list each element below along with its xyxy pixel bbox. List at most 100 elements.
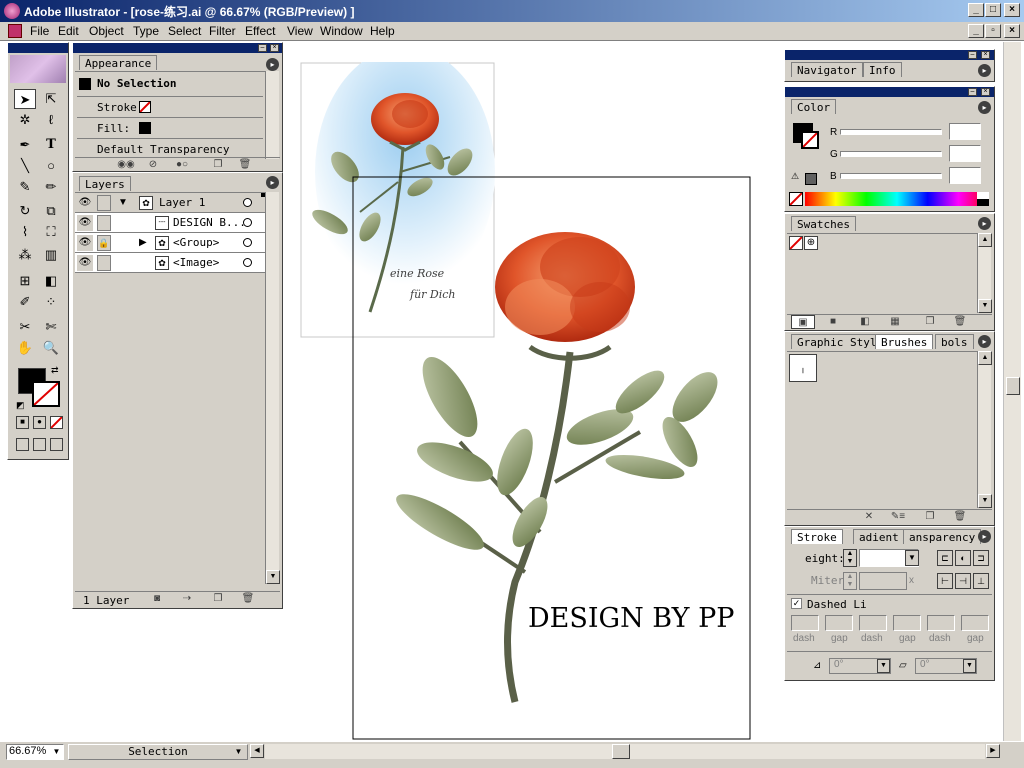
mesh-tool-icon[interactable]: ⊞ [14,271,36,291]
dash-3-input[interactable] [927,615,955,631]
projecting-cap-button[interactable]: ⊐ [973,550,989,566]
tab-transparency[interactable]: ansparency [903,529,982,544]
menu-type[interactable]: Type [133,24,159,38]
tab-gradient[interactable]: adient [853,529,905,544]
selection-tool-icon[interactable]: ➤ [14,89,36,109]
miter-join-button[interactable]: ⊢ [937,573,953,589]
free-transform-tool-icon[interactable]: ⛶ [40,222,62,242]
color-menu-button[interactable]: ▸ [978,101,991,114]
none-mode-button[interactable] [50,416,63,429]
weight-stepper[interactable]: ▲ ▼ [843,549,857,567]
new-swatch-icon[interactable]: ❐ [922,315,938,329]
start-arrowhead-dropdown-icon[interactable]: ▼ [877,659,890,673]
duplicate-item-icon[interactable]: ❐ [210,158,226,172]
visibility-eye-icon[interactable]: 👁 [77,235,93,251]
layers-menu-button[interactable]: ▸ [266,176,279,189]
color-stroke-swatch[interactable] [801,131,819,149]
scale-tool-icon[interactable]: ⧉ [40,201,62,221]
scroll-down-button[interactable]: ▼ [978,299,992,313]
gap-2-input[interactable] [893,615,921,631]
scroll-right-button[interactable]: ▶ [986,744,1000,758]
end-arrowhead-dropdown-icon[interactable]: ▼ [963,659,976,673]
type-tool-icon[interactable]: T [40,135,62,155]
remove-brush-stroke-icon[interactable]: ✕ [861,510,877,524]
blue-value-input[interactable] [949,167,981,184]
brush-options-icon[interactable]: ✎≡ [887,510,909,524]
target-circle-icon[interactable] [243,198,252,207]
show-gradient-swatches-button[interactable]: ◧ [857,315,873,329]
delete-layer-icon[interactable]: 🗑 [240,592,256,606]
show-all-swatches-button[interactable]: ▣ [791,315,815,329]
toolbox-splash-image[interactable] [10,55,66,83]
default-transparency-label[interactable]: Default Transparency [97,143,229,156]
lock-toggle[interactable] [97,195,111,211]
status-dropdown-icon[interactable]: ▼ [232,745,245,759]
small-card-artwork[interactable]: eine Rose für Dich [300,62,495,338]
direct-selection-tool-icon[interactable]: ⇱ [40,89,62,109]
layer-row[interactable]: 👁 ✿ <Image> [75,253,267,273]
menu-file[interactable]: File [30,24,49,38]
green-value-input[interactable] [949,145,981,162]
delete-swatch-icon[interactable]: 🗑 [952,315,968,329]
scroll-up-button[interactable]: ▲ [978,351,992,365]
dash-1-input[interactable] [791,615,819,631]
maximize-button[interactable]: □ [985,3,1001,17]
stroke-none-swatch[interactable] [139,101,151,113]
dashed-line-checkbox[interactable]: ✓ [791,598,802,609]
color-minimize-button[interactable]: – [968,88,977,96]
scroll-down-button[interactable]: ▼ [266,570,280,584]
visibility-eye-icon[interactable]: 👁 [77,215,93,231]
doc-close-button[interactable]: × [1004,24,1020,38]
menu-select[interactable]: Select [168,24,201,38]
horizontal-scrollbar[interactable] [265,744,985,759]
black-swatch[interactable] [977,199,989,206]
gap-1-input[interactable] [825,615,853,631]
standard-screen-mode-button[interactable] [16,438,29,451]
tab-appearance[interactable]: Appearance [79,55,158,70]
layer-row[interactable]: 👁 --- DESIGN B... [75,213,267,233]
visibility-eye-icon[interactable]: 👁 [77,195,93,211]
gradient-tool-icon[interactable]: ◧ [40,271,62,291]
show-pattern-swatches-button[interactable]: ▦ [887,315,903,329]
default-colors-icon[interactable]: ◩ [16,400,25,411]
document-icon[interactable] [8,24,22,38]
none-swatch[interactable] [789,236,803,250]
tab-navigator[interactable]: Navigator [791,62,863,77]
status-selector[interactable]: Selection [68,744,248,760]
navigator-close-button[interactable]: × [981,51,990,59]
visibility-eye-icon[interactable]: 👁 [77,255,93,271]
full-screen-mode-button[interactable] [50,438,63,451]
scroll-up-button[interactable]: ▲ [978,233,992,247]
appearance-close-button[interactable]: × [270,44,279,52]
slice-tool-icon[interactable]: ✂ [14,317,36,337]
new-layer-icon[interactable]: ❐ [210,592,226,606]
layer-name[interactable]: Layer 1 [159,196,205,209]
appearance-scrollbar[interactable] [265,71,279,159]
fill-black-swatch[interactable] [139,122,151,134]
doc-minimize-button[interactable]: _ [968,24,984,38]
layer-name[interactable]: <Image> [173,256,219,269]
warp-tool-icon[interactable]: ⌇ [14,222,36,242]
make-clipping-mask-icon[interactable]: ◙ [149,592,165,606]
show-color-swatches-button[interactable]: ■ [825,315,841,329]
collapse-triangle-icon[interactable]: ▼ [118,197,128,208]
layers-scrollbar[interactable]: ▼ [265,192,280,584]
color-mode-button[interactable]: ■ [16,416,29,429]
gradient-mode-button[interactable]: ● [33,416,46,429]
delete-item-icon[interactable]: 🗑 [237,158,253,172]
close-button[interactable]: × [1004,3,1020,17]
color-close-button[interactable]: × [981,88,990,96]
target-circle-icon[interactable] [243,258,252,267]
tab-graphic-styles[interactable]: Graphic Styl [791,334,883,349]
scroll-down-button[interactable]: ▼ [978,494,992,508]
navigator-panel-titlebar[interactable]: – × [785,50,994,60]
swap-colors-icon[interactable]: ⇄ [51,365,59,376]
target-circle-icon[interactable] [243,238,252,247]
line-tool-icon[interactable]: ╲ [14,156,36,176]
tab-layers[interactable]: Layers [79,176,131,191]
rotate-tool-icon[interactable]: ↻ [14,201,36,221]
dash-2-input[interactable] [859,615,887,631]
eyedropper-tool-icon[interactable]: ✐ [14,292,36,312]
pen-tool-icon[interactable]: ✒ [14,135,36,155]
zoom-tool-icon[interactable]: 🔍 [40,338,62,358]
